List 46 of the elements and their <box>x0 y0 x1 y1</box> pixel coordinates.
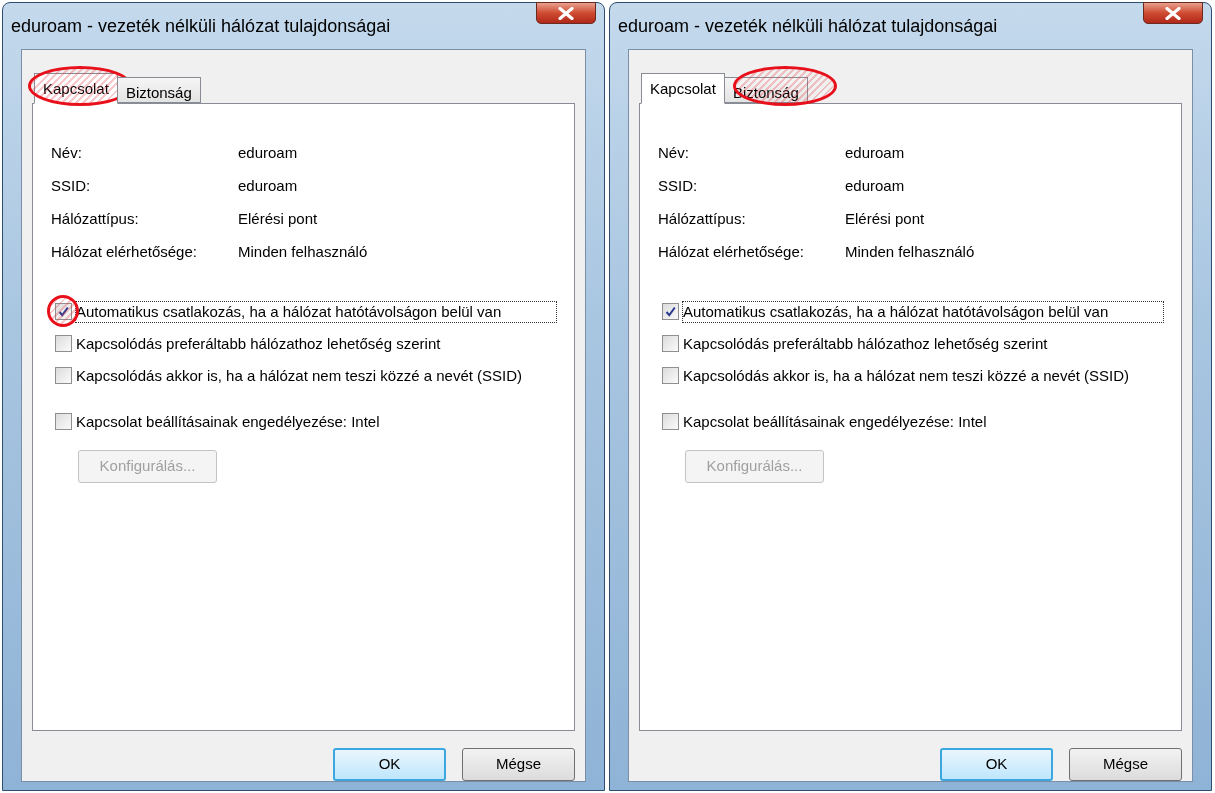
window-title: eduroam - vezeték nélküli hálózat tulajdonságai <box>11 14 391 38</box>
field-label: Hálózattípus: <box>658 209 747 229</box>
checkbox[interactable] <box>55 335 72 352</box>
field-label: SSID: <box>658 176 699 196</box>
field-label: SSID: <box>51 176 92 196</box>
checkmark-icon <box>665 306 676 317</box>
checkbox[interactable] <box>55 367 72 384</box>
checkbox-label[interactable]: Kapcsolódás preferáltabb hálózathoz lehetőség szerint <box>76 334 556 354</box>
field-value: Minden felhasználó <box>238 242 369 262</box>
tab[interactable]: Kapcsolat <box>34 73 118 104</box>
checkbox-label[interactable]: Kapcsolódás akkor is, ha a hálózat nem teszi közzé a nevét (SSID) <box>76 366 556 386</box>
tab[interactable]: Biztonság <box>116 77 201 103</box>
field-label: Név: <box>51 143 83 163</box>
checkbox-label[interactable]: Kapcsolódás preferáltabb hálózathoz lehetőség szerint <box>683 334 1163 354</box>
field-label: Hálózat elérhetősége: <box>51 242 198 262</box>
checkbox[interactable] <box>55 413 72 430</box>
checkbox-label[interactable]: Automatikus csatlakozás, ha a hálózat hatótávolságon belül van <box>683 302 1163 322</box>
close-button[interactable] <box>536 2 596 24</box>
field-value: Elérési pont <box>238 209 319 229</box>
dialog-button[interactable]: Mégse <box>462 748 575 781</box>
window-title: eduroam - vezeték nélküli hálózat tulajdonságai <box>618 14 998 38</box>
tab[interactable]: Kapcsolat <box>641 73 725 104</box>
checkbox-label[interactable]: Kapcsolat beállításainak engedélyezése: Intel <box>76 412 556 432</box>
field-label: Hálózat elérhetősége: <box>658 242 805 262</box>
checkbox[interactable] <box>662 303 679 320</box>
checkbox[interactable] <box>55 303 72 320</box>
close-button[interactable] <box>1143 2 1203 24</box>
checkbox[interactable] <box>662 335 679 352</box>
close-icon <box>558 6 574 20</box>
field-value: Elérési pont <box>845 209 926 229</box>
field-label: Hálózattípus: <box>51 209 140 229</box>
field-label: Név: <box>658 143 690 163</box>
field-value: eduroam <box>845 143 906 163</box>
dialog-button[interactable]: OK <box>940 748 1053 781</box>
field-value: Minden felhasználó <box>845 242 976 262</box>
checkbox[interactable] <box>662 413 679 430</box>
checkbox-label[interactable]: Kapcsolódás akkor is, ha a hálózat nem teszi közzé a nevét (SSID) <box>683 366 1163 386</box>
dialog-button[interactable]: Mégse <box>1069 748 1182 781</box>
close-icon <box>1165 6 1181 20</box>
field-value: eduroam <box>238 143 299 163</box>
dialog-button[interactable]: OK <box>333 748 446 781</box>
checkmark-icon <box>58 306 69 317</box>
field-value: eduroam <box>238 176 299 196</box>
checkbox-label[interactable]: Kapcsolat beállításainak engedélyezése: Intel <box>683 412 1163 432</box>
checkbox[interactable] <box>662 367 679 384</box>
field-value: eduroam <box>845 176 906 196</box>
